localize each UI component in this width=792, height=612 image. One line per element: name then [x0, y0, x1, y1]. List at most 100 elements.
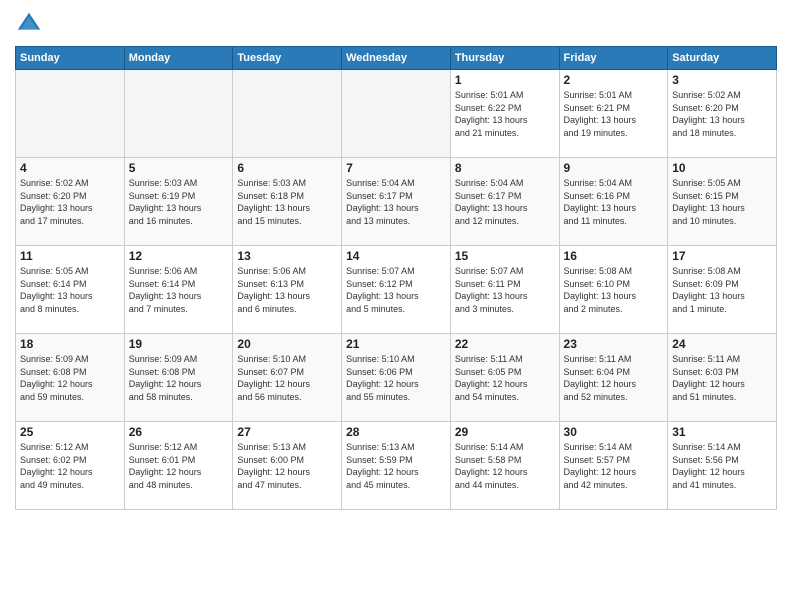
- page: SundayMondayTuesdayWednesdayThursdayFrid…: [0, 0, 792, 612]
- calendar-cell: 16 Sunrise: 5:08 AM Sunset: 6:10 PM Dayli…: [559, 246, 668, 334]
- day-number: 22: [455, 337, 555, 351]
- day-number: 19: [129, 337, 229, 351]
- calendar-cell: 17 Sunrise: 5:08 AM Sunset: 6:09 PM Dayli…: [668, 246, 777, 334]
- day-info: Sunrise: 5:02 AM Sunset: 6:20 PM Dayligh…: [20, 177, 120, 227]
- calendar-cell: 30 Sunrise: 5:14 AM Sunset: 5:57 PM Dayli…: [559, 422, 668, 510]
- day-number: 11: [20, 249, 120, 263]
- day-number: 5: [129, 161, 229, 175]
- day-number: 24: [672, 337, 772, 351]
- day-info: Sunrise: 5:11 AM Sunset: 6:04 PM Dayligh…: [564, 353, 664, 403]
- day-number: 14: [346, 249, 446, 263]
- calendar-cell: 8 Sunrise: 5:04 AM Sunset: 6:17 PM Daylig…: [450, 158, 559, 246]
- day-number: 27: [237, 425, 337, 439]
- calendar-cell: 3 Sunrise: 5:02 AM Sunset: 6:20 PM Daylig…: [668, 70, 777, 158]
- day-info: Sunrise: 5:09 AM Sunset: 6:08 PM Dayligh…: [20, 353, 120, 403]
- day-info: Sunrise: 5:03 AM Sunset: 6:18 PM Dayligh…: [237, 177, 337, 227]
- day-number: 21: [346, 337, 446, 351]
- weekday-header-friday: Friday: [559, 47, 668, 70]
- calendar-cell: 11 Sunrise: 5:05 AM Sunset: 6:14 PM Dayli…: [16, 246, 125, 334]
- calendar-cell: 19 Sunrise: 5:09 AM Sunset: 6:08 PM Dayli…: [124, 334, 233, 422]
- calendar-cell: 5 Sunrise: 5:03 AM Sunset: 6:19 PM Daylig…: [124, 158, 233, 246]
- day-info: Sunrise: 5:12 AM Sunset: 6:02 PM Dayligh…: [20, 441, 120, 491]
- calendar-cell: [233, 70, 342, 158]
- calendar-cell: 21Sunrise: 5:10 AM Sunset: 6:06 PM Dayli…: [342, 334, 451, 422]
- calendar-cell: 6Sunrise: 5:03 AM Sunset: 6:18 PM Daylig…: [233, 158, 342, 246]
- calendar-cell: 15 Sunrise: 5:07 AM Sunset: 6:11 PM Dayli…: [450, 246, 559, 334]
- day-info: Sunrise: 5:13 AM Sunset: 6:00 PM Dayligh…: [237, 441, 337, 491]
- day-info: Sunrise: 5:05 AM Sunset: 6:15 PM Dayligh…: [672, 177, 772, 227]
- calendar-cell: 31 Sunrise: 5:14 AM Sunset: 5:56 PM Dayli…: [668, 422, 777, 510]
- calendar-cell: 22 Sunrise: 5:11 AM Sunset: 6:05 PM Dayli…: [450, 334, 559, 422]
- weekday-header-wednesday: Wednesday: [342, 47, 451, 70]
- day-info: Sunrise: 5:09 AM Sunset: 6:08 PM Dayligh…: [129, 353, 229, 403]
- calendar-cell: 29 Sunrise: 5:14 AM Sunset: 5:58 PM Dayli…: [450, 422, 559, 510]
- calendar-cell: 18 Sunrise: 5:09 AM Sunset: 6:08 PM Dayli…: [16, 334, 125, 422]
- day-info: Sunrise: 5:14 AM Sunset: 5:58 PM Dayligh…: [455, 441, 555, 491]
- day-number: 9: [564, 161, 664, 175]
- day-number: 25: [20, 425, 120, 439]
- day-number: 28: [346, 425, 446, 439]
- day-info: Sunrise: 5:11 AM Sunset: 6:03 PM Dayligh…: [672, 353, 772, 403]
- day-number: 8: [455, 161, 555, 175]
- day-info: Sunrise: 5:01 AM Sunset: 6:22 PM Dayligh…: [455, 89, 555, 139]
- calendar-week-3: 11 Sunrise: 5:05 AM Sunset: 6:14 PM Dayli…: [16, 246, 777, 334]
- calendar-cell: [16, 70, 125, 158]
- calendar: SundayMondayTuesdayWednesdayThursdayFrid…: [15, 46, 777, 510]
- weekday-header-sunday: Sunday: [16, 47, 125, 70]
- logo: [15, 10, 47, 38]
- day-info: Sunrise: 5:08 AM Sunset: 6:10 PM Dayligh…: [564, 265, 664, 315]
- calendar-cell: 2Sunrise: 5:01 AM Sunset: 6:21 PM Daylig…: [559, 70, 668, 158]
- day-info: Sunrise: 5:08 AM Sunset: 6:09 PM Dayligh…: [672, 265, 772, 315]
- calendar-week-4: 18 Sunrise: 5:09 AM Sunset: 6:08 PM Dayli…: [16, 334, 777, 422]
- weekday-header-saturday: Saturday: [668, 47, 777, 70]
- day-number: 12: [129, 249, 229, 263]
- day-number: 31: [672, 425, 772, 439]
- calendar-cell: [342, 70, 451, 158]
- day-info: Sunrise: 5:02 AM Sunset: 6:20 PM Dayligh…: [672, 89, 772, 139]
- calendar-cell: 1Sunrise: 5:01 AM Sunset: 6:22 PM Daylig…: [450, 70, 559, 158]
- day-number: 20: [237, 337, 337, 351]
- day-number: 30: [564, 425, 664, 439]
- day-info: Sunrise: 5:14 AM Sunset: 5:57 PM Dayligh…: [564, 441, 664, 491]
- day-info: Sunrise: 5:06 AM Sunset: 6:13 PM Dayligh…: [237, 265, 337, 315]
- header: [15, 10, 777, 38]
- day-number: 17: [672, 249, 772, 263]
- day-number: 29: [455, 425, 555, 439]
- day-info: Sunrise: 5:03 AM Sunset: 6:19 PM Dayligh…: [129, 177, 229, 227]
- day-number: 3: [672, 73, 772, 87]
- day-number: 15: [455, 249, 555, 263]
- weekday-header-row: SundayMondayTuesdayWednesdayThursdayFrid…: [16, 47, 777, 70]
- day-info: Sunrise: 5:04 AM Sunset: 6:17 PM Dayligh…: [455, 177, 555, 227]
- calendar-cell: 24 Sunrise: 5:11 AM Sunset: 6:03 PM Dayli…: [668, 334, 777, 422]
- day-number: 7: [346, 161, 446, 175]
- calendar-cell: 20Sunrise: 5:10 AM Sunset: 6:07 PM Dayli…: [233, 334, 342, 422]
- weekday-header-monday: Monday: [124, 47, 233, 70]
- weekday-header-tuesday: Tuesday: [233, 47, 342, 70]
- day-info: Sunrise: 5:07 AM Sunset: 6:12 PM Dayligh…: [346, 265, 446, 315]
- day-number: 18: [20, 337, 120, 351]
- day-number: 26: [129, 425, 229, 439]
- day-info: Sunrise: 5:11 AM Sunset: 6:05 PM Dayligh…: [455, 353, 555, 403]
- day-info: Sunrise: 5:04 AM Sunset: 6:16 PM Dayligh…: [564, 177, 664, 227]
- day-number: 10: [672, 161, 772, 175]
- calendar-week-5: 25 Sunrise: 5:12 AM Sunset: 6:02 PM Dayli…: [16, 422, 777, 510]
- day-info: Sunrise: 5:14 AM Sunset: 5:56 PM Dayligh…: [672, 441, 772, 491]
- calendar-week-2: 4Sunrise: 5:02 AM Sunset: 6:20 PM Daylig…: [16, 158, 777, 246]
- calendar-cell: 26Sunrise: 5:12 AM Sunset: 6:01 PM Dayli…: [124, 422, 233, 510]
- day-info: Sunrise: 5:13 AM Sunset: 5:59 PM Dayligh…: [346, 441, 446, 491]
- calendar-cell: 23 Sunrise: 5:11 AM Sunset: 6:04 PM Dayli…: [559, 334, 668, 422]
- day-info: Sunrise: 5:06 AM Sunset: 6:14 PM Dayligh…: [129, 265, 229, 315]
- calendar-cell: 25 Sunrise: 5:12 AM Sunset: 6:02 PM Dayli…: [16, 422, 125, 510]
- day-info: Sunrise: 5:04 AM Sunset: 6:17 PM Dayligh…: [346, 177, 446, 227]
- logo-icon: [15, 10, 43, 38]
- day-number: 13: [237, 249, 337, 263]
- day-info: Sunrise: 5:07 AM Sunset: 6:11 PM Dayligh…: [455, 265, 555, 315]
- calendar-cell: 12 Sunrise: 5:06 AM Sunset: 6:14 PM Dayli…: [124, 246, 233, 334]
- day-number: 16: [564, 249, 664, 263]
- calendar-cell: 9 Sunrise: 5:04 AM Sunset: 6:16 PM Daylig…: [559, 158, 668, 246]
- calendar-cell: [124, 70, 233, 158]
- day-number: 23: [564, 337, 664, 351]
- calendar-cell: 4Sunrise: 5:02 AM Sunset: 6:20 PM Daylig…: [16, 158, 125, 246]
- calendar-cell: 10 Sunrise: 5:05 AM Sunset: 6:15 PM Dayli…: [668, 158, 777, 246]
- day-info: Sunrise: 5:05 AM Sunset: 6:14 PM Dayligh…: [20, 265, 120, 315]
